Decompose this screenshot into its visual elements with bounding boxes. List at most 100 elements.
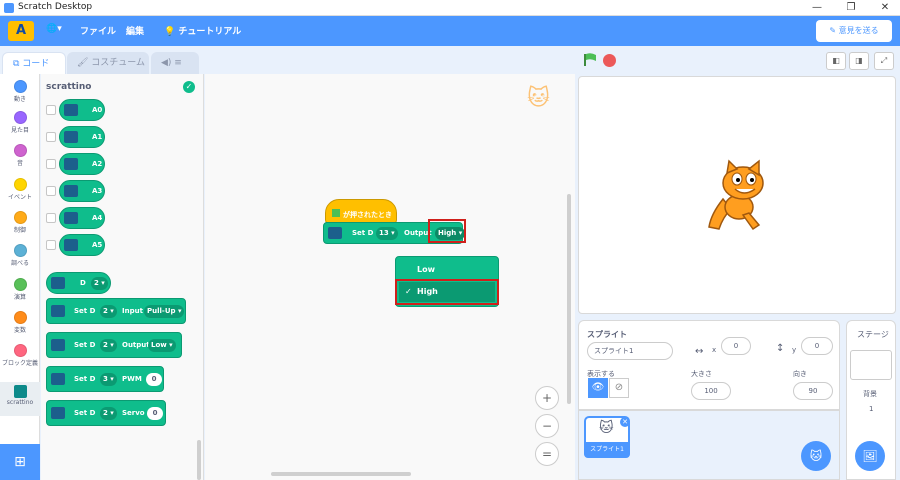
option-low[interactable]: Low <box>399 260 495 280</box>
category-dot <box>13 178 27 191</box>
eye-icon: 👁 <box>591 382 605 393</box>
sprite-name-input[interactable]: スプライト1 <box>587 342 673 360</box>
category-looks[interactable]: 見た目 <box>0 111 40 134</box>
category-events[interactable]: イベント <box>0 178 40 201</box>
size-input[interactable]: 100 <box>691 382 731 400</box>
direction-input[interactable]: 90 <box>793 382 833 400</box>
category-scrattino[interactable]: scrattino <box>0 382 40 416</box>
reporter-checkbox[interactable] <box>46 105 56 115</box>
show-sprite-button[interactable]: 👁 <box>588 378 608 398</box>
category-dot <box>13 211 27 224</box>
cat-sprite-icon: 🐱 <box>599 420 614 436</box>
zoom-in-button[interactable]: + <box>535 386 559 410</box>
backdrops-count: 1 <box>869 405 874 413</box>
window-title: Scratch Desktop <box>18 2 93 12</box>
zoom-out-button[interactable]: − <box>535 414 559 438</box>
scratch-logo[interactable]: A <box>8 21 34 41</box>
add-extension-button[interactable]: ⊞ <box>0 444 40 480</box>
stage-thumbnail[interactable] <box>850 350 892 380</box>
edit-menu[interactable]: 編集 <box>126 24 144 37</box>
reporter-a0[interactable]: A0 <box>59 99 105 121</box>
lightbulb-icon: 💡 <box>164 27 176 37</box>
large-stage-icon: ◨ <box>855 56 863 65</box>
set-output-block[interactable]: Set D2 ▾ Output Low ▾ <box>46 332 182 358</box>
pin-dropdown[interactable]: 3 ▾ <box>100 373 117 386</box>
feedback-button[interactable]: ✎ 意見を送る <box>816 20 892 42</box>
vertical-scrollbar[interactable] <box>567 194 571 404</box>
reporter-a2[interactable]: A2 <box>59 153 105 175</box>
add-backdrop-button[interactable]: 🖼 <box>855 441 885 471</box>
sprite-heading: スプライト <box>587 330 627 339</box>
minimize-button[interactable]: — <box>802 0 832 16</box>
y-input[interactable]: 0 <box>801 337 833 355</box>
category-variables[interactable]: 変数 <box>0 311 40 334</box>
tab-costume[interactable]: 🖌 コスチューム <box>67 52 149 74</box>
tutorial-menu[interactable]: 💡 チュートリアル <box>164 24 241 37</box>
when-flag-clicked-block[interactable]: が押されたとき <box>325 199 397 224</box>
green-flag-button[interactable] <box>583 53 597 67</box>
reporter-a4[interactable]: A4 <box>59 207 105 229</box>
zoom-reset-button[interactable]: = <box>535 442 559 466</box>
reporter-a3[interactable]: A3 <box>59 180 105 202</box>
pin-dropdown[interactable]: 13 ▾ <box>376 227 398 240</box>
tab-code[interactable]: ⧉ コード <box>2 52 66 74</box>
add-sprite-button[interactable]: 🐱 <box>801 441 831 471</box>
stop-button[interactable] <box>603 54 616 67</box>
category-sound[interactable]: 音 <box>0 144 40 167</box>
pwm-value-input[interactable]: 0 <box>146 373 162 386</box>
tab-sound[interactable]: ◀) ≡ <box>151 52 199 74</box>
file-menu[interactable]: ファイル <box>80 24 116 37</box>
reporter-a1[interactable]: A1 <box>59 126 105 148</box>
large-stage-button[interactable]: ◨ <box>849 52 869 70</box>
highlight-box <box>428 219 466 243</box>
category-dot <box>13 80 27 93</box>
block-palette: scrattino ✓ A0 A1 A2 A3 A4 A5 D2 ▾ Set D… <box>41 74 204 480</box>
stage-canvas[interactable] <box>578 76 896 314</box>
reporter-checkbox[interactable] <box>46 240 56 250</box>
palette-scrollbar[interactable] <box>197 440 201 480</box>
delete-sprite-icon[interactable]: ✕ <box>620 417 630 427</box>
x-input[interactable]: 0 <box>721 337 751 355</box>
category-menu: 動き 見た目 音 イベント 制御 調べる 演算 変数 ブロック定義 scratt… <box>0 74 40 444</box>
pin-dropdown[interactable]: 2 ▾ <box>100 407 117 420</box>
horizontal-scrollbar[interactable] <box>271 472 411 476</box>
arduino-icon <box>64 131 78 143</box>
highlight-box <box>395 279 499 305</box>
language-menu[interactable]: 🌐▾ <box>46 24 62 34</box>
set-servo-block[interactable]: Set D2 ▾ Servo 0 <box>46 400 166 426</box>
pencil-icon: ✎ <box>829 26 839 35</box>
maximize-button[interactable]: ❐ <box>836 0 866 16</box>
pin-dropdown[interactable]: 2 ▾ <box>91 277 108 290</box>
mode-dropdown[interactable]: Pull-Up ▾ <box>144 305 185 318</box>
reporter-checkbox[interactable] <box>46 159 56 169</box>
category-sensing[interactable]: 調べる <box>0 244 40 267</box>
set-input-block[interactable]: Set D2 ▾ Input Pull-Up ▾ <box>46 298 186 324</box>
category-motion[interactable]: 動き <box>0 80 40 103</box>
category-dot <box>13 244 27 257</box>
hide-sprite-button[interactable]: ⊘ <box>609 378 629 398</box>
reporter-checkbox[interactable] <box>46 213 56 223</box>
small-stage-button[interactable]: ◧ <box>826 52 846 70</box>
category-operators[interactable]: 演算 <box>0 278 40 301</box>
d-reporter-block[interactable]: D2 ▾ <box>46 272 111 294</box>
reporter-checkbox[interactable] <box>46 186 56 196</box>
pin-dropdown[interactable]: 2 ▾ <box>100 305 117 318</box>
reporter-checkbox[interactable] <box>46 132 56 142</box>
arduino-icon <box>64 104 78 116</box>
category-my-blocks[interactable]: ブロック定義 <box>0 344 40 367</box>
set-pwm-block[interactable]: Set D3 ▾ PWM 0 <box>46 366 164 392</box>
fullscreen-icon: ⤢ <box>880 56 888 65</box>
servo-value-input[interactable]: 0 <box>147 407 163 420</box>
reporter-a5[interactable]: A5 <box>59 234 105 256</box>
category-dot <box>13 278 27 291</box>
fullscreen-button[interactable]: ⤢ <box>874 52 894 70</box>
close-button[interactable]: ✕ <box>870 0 900 16</box>
connected-icon[interactable]: ✓ <box>183 81 195 93</box>
category-control[interactable]: 制御 <box>0 211 40 234</box>
code-icon: ⧉ <box>13 59 23 69</box>
script-area[interactable]: 🐱 が押されたとき Set D 13 ▾ Output High ▾ Low ✓… <box>205 74 575 480</box>
pin-dropdown[interactable]: 2 ▾ <box>100 339 117 352</box>
level-dropdown[interactable]: Low ▾ <box>148 339 176 352</box>
green-flag-icon <box>332 209 340 217</box>
cat-sprite[interactable] <box>701 159 779 237</box>
